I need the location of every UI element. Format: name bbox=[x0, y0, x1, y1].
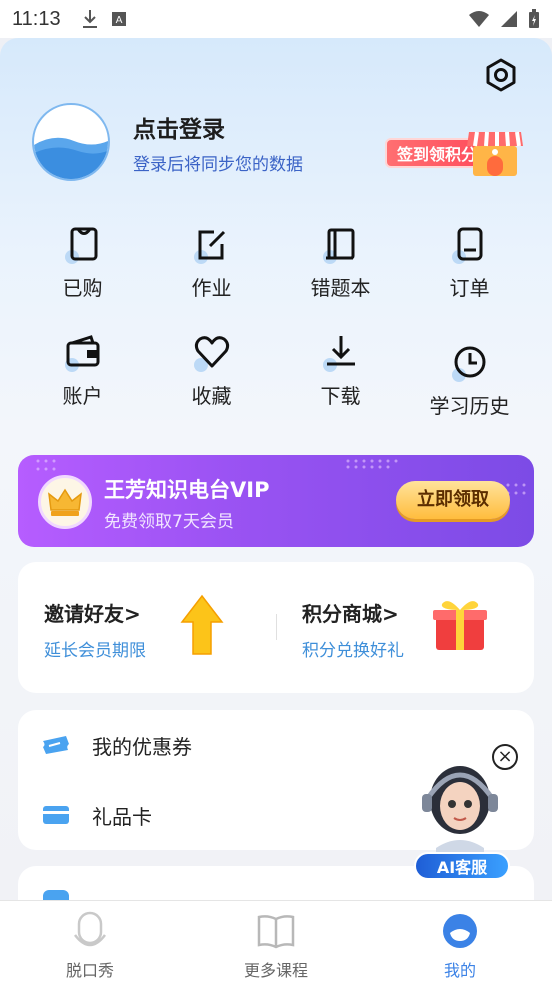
wallet-icon bbox=[66, 335, 99, 367]
vip-title: 王芳知识电台VIP bbox=[104, 478, 270, 502]
tab-mine-label: 我的 bbox=[443, 961, 476, 980]
grid-item-history[interactable]: 学习历史 bbox=[405, 342, 534, 419]
status-bar: 11:13 A bbox=[0, 0, 552, 38]
heart-icon bbox=[194, 336, 229, 368]
tab-talkshow[interactable]: 脱口秀 bbox=[30, 911, 150, 981]
wifi-icon bbox=[469, 11, 489, 27]
settings-icon[interactable] bbox=[484, 58, 518, 92]
mine-tab-icon bbox=[443, 914, 477, 948]
avatar-wave-icon bbox=[34, 137, 108, 179]
ai-close-button[interactable]: × bbox=[492, 744, 518, 770]
promo-card: 邀请好友> 延长会员期限 积分商城> 积分兑换好礼 bbox=[18, 562, 534, 693]
vip-subtitle: 免费领取7天会员 bbox=[104, 512, 234, 532]
invite-subtitle: 延长会员期限 bbox=[44, 641, 146, 661]
grid-label: 错题本 bbox=[310, 276, 371, 300]
grid-label: 学习历史 bbox=[429, 394, 510, 418]
crown-icon bbox=[48, 488, 82, 516]
svg-text:A: A bbox=[115, 15, 122, 26]
ai-service-widget[interactable]: × AI客服 bbox=[414, 740, 524, 880]
tab-more-courses-label: 更多课程 bbox=[243, 961, 308, 980]
points-mall-subtitle: 积分兑换好礼 bbox=[302, 641, 404, 661]
vip-crown-badge bbox=[38, 475, 92, 529]
card-icon bbox=[43, 806, 69, 824]
grid-label: 下载 bbox=[320, 384, 361, 408]
invite-friends-link[interactable]: 邀请好友> bbox=[44, 598, 141, 627]
login-title[interactable]: 点击登录 bbox=[133, 110, 225, 144]
edit-icon bbox=[198, 230, 225, 260]
grid-label: 订单 bbox=[449, 276, 490, 300]
service-icon bbox=[43, 890, 69, 900]
avatar[interactable] bbox=[32, 103, 110, 181]
bag-icon bbox=[70, 227, 97, 261]
tab-talkshow-label: 脱口秀 bbox=[65, 961, 114, 980]
ai-service-label[interactable]: AI客服 bbox=[414, 852, 510, 880]
login-subtitle: 登录后将同步您的数据 bbox=[133, 155, 303, 175]
gift-card-label: 礼品卡 bbox=[92, 804, 152, 829]
grid-label: 账户 bbox=[62, 384, 103, 408]
bottom-nav: 脱口秀 更多课程 我的 bbox=[0, 900, 552, 983]
tab-more-courses[interactable]: 更多课程 bbox=[216, 911, 336, 981]
grid-item-homework[interactable]: 作业 bbox=[147, 224, 276, 301]
order-icon bbox=[457, 227, 482, 261]
points-mall-link[interactable]: 积分商城> bbox=[302, 598, 399, 627]
download-icon bbox=[326, 336, 355, 366]
grid-item-favorites[interactable]: 收藏 bbox=[147, 332, 276, 409]
talkshow-tab-icon bbox=[74, 911, 106, 947]
ticket-icon bbox=[43, 736, 69, 754]
grid-item-account[interactable]: 账户 bbox=[18, 332, 147, 409]
checkin-button[interactable]: 签到领积分 bbox=[383, 124, 533, 184]
grid-item-orders[interactable]: 订单 bbox=[405, 224, 534, 301]
vip-banner[interactable]: 王芳知识电台VIP 免费领取7天会员 立即领取 bbox=[18, 455, 534, 547]
arrow-up-icon bbox=[180, 594, 224, 655]
grid-item-mistakes[interactable]: 错题本 bbox=[276, 224, 405, 301]
signal-icon bbox=[501, 11, 517, 27]
coupon-label: 我的优惠券 bbox=[92, 734, 192, 759]
notebook-icon bbox=[325, 228, 354, 260]
download-status-icon bbox=[82, 10, 97, 28]
grid-label: 作业 bbox=[191, 276, 232, 300]
grid-item-purchased[interactable]: 已购 bbox=[18, 224, 147, 301]
clock-icon bbox=[454, 346, 485, 378]
grid-item-download[interactable]: 下载 bbox=[276, 332, 405, 409]
book-tab-icon bbox=[257, 915, 295, 949]
grid-label: 收藏 bbox=[191, 384, 232, 408]
app-status-icon: A bbox=[111, 12, 126, 26]
battery-icon bbox=[529, 9, 539, 28]
gift-box-icon bbox=[433, 601, 487, 650]
claim-vip-button[interactable]: 立即领取 bbox=[396, 481, 510, 519]
grid-label: 已购 bbox=[62, 276, 103, 300]
status-time: 11:13 bbox=[12, 7, 61, 30]
tab-mine[interactable]: 我的 bbox=[400, 911, 520, 981]
promo-divider bbox=[276, 614, 277, 640]
shop-icon bbox=[467, 131, 523, 176]
